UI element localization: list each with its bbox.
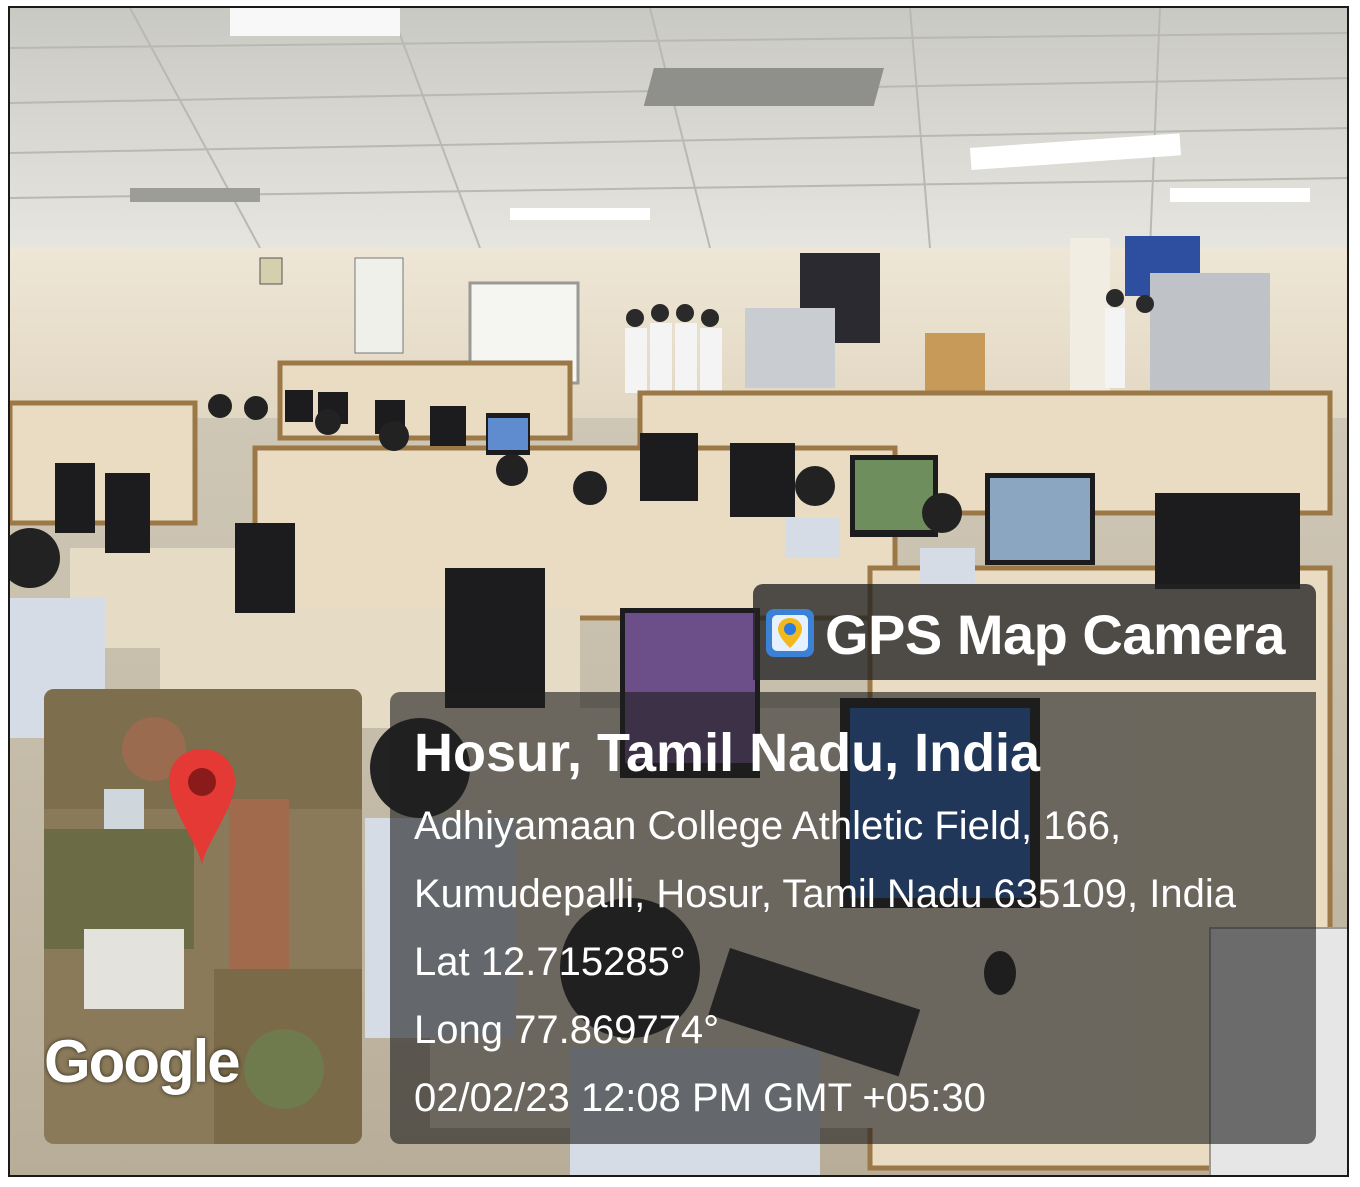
map-camera-icon	[766, 609, 814, 657]
place-title: Hosur, Tamil Nadu, India	[414, 723, 1041, 783]
google-logo: Google	[44, 1028, 241, 1095]
photo-frame: GPS Map Camera Hosur, Tamil Nadu, India …	[8, 6, 1349, 1177]
address-line-1: Adhiyamaan College Athletic Field, 166,	[414, 804, 1122, 848]
longitude-text: Long 77.869774°	[414, 1008, 720, 1052]
location-info-panel: Hosur, Tamil Nadu, India Adhiyamaan Coll…	[390, 692, 1316, 1144]
datetime-text: 02/02/23 12:08 PM GMT +05:30	[414, 1076, 986, 1120]
gps-map-camera-badge: GPS Map Camera	[753, 584, 1316, 680]
satellite-map-thumbnail: Google	[44, 689, 362, 1144]
latitude-text: Lat 12.715285°	[414, 940, 686, 984]
address-line-2: Kumudepalli, Hosur, Tamil Nadu 635109, I…	[414, 872, 1236, 916]
app-name: GPS Map Camera	[825, 603, 1285, 666]
